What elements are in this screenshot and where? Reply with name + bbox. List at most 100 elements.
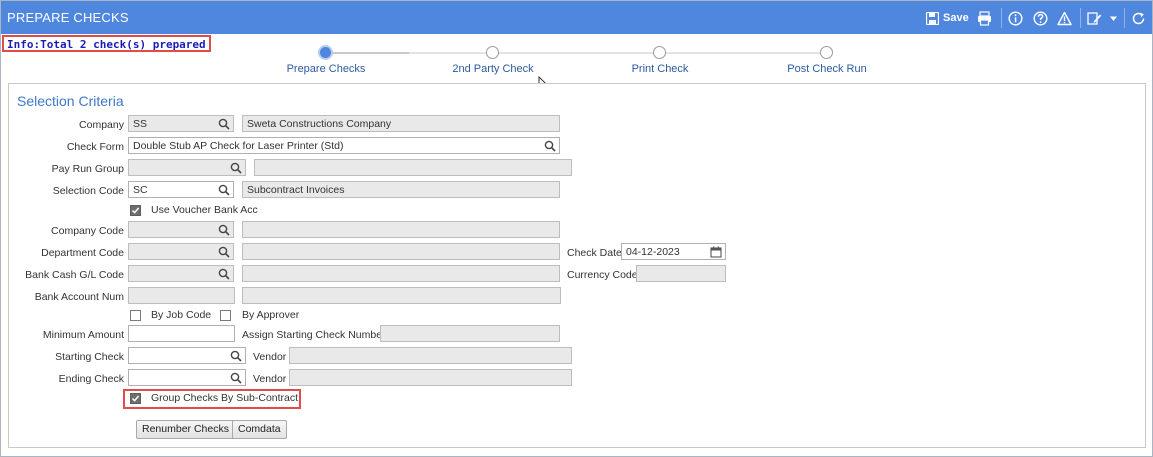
check-date-value: 04-12-2023 <box>626 246 680 258</box>
check-form-label: Check Form <box>66 141 124 153</box>
selection-code-field[interactable]: SC <box>128 181 234 198</box>
info-icon <box>1008 10 1023 26</box>
department-code-label: Department Code <box>41 247 124 259</box>
step-label-prepare-checks[interactable]: Prepare Checks <box>287 63 366 75</box>
assign-starting-check-number-label: Assign Starting Check Number <box>242 329 386 341</box>
department-code-field[interactable] <box>128 243 234 260</box>
save-button[interactable]: Save <box>926 9 969 27</box>
check-form-field[interactable]: Double Stub AP Check for Laser Printer (… <box>128 137 560 154</box>
group-checks-by-subcontract-label: Group Checks By Sub-Contract <box>151 392 299 404</box>
minimum-amount-label: Minimum Amount <box>42 329 124 341</box>
department-code-description <box>242 243 560 260</box>
company-label: Company <box>79 119 124 131</box>
bank-cash-gl-code-field[interactable] <box>128 265 234 282</box>
checkmark-icon <box>131 207 140 214</box>
search-icon[interactable] <box>218 224 230 236</box>
assign-starting-check-number-field[interactable] <box>380 325 560 342</box>
company-value: SS <box>133 118 148 130</box>
print-button[interactable] <box>977 9 992 27</box>
step-track-line <box>409 52 827 54</box>
help-button[interactable] <box>1033 9 1048 27</box>
selection-code-value: SC <box>133 184 148 196</box>
company-field[interactable]: SS <box>128 115 234 132</box>
save-icon <box>926 11 939 25</box>
pay-run-group-field[interactable] <box>128 159 246 176</box>
warning-icon <box>1057 11 1072 25</box>
starting-check-field[interactable] <box>128 347 246 364</box>
company-code-description <box>242 221 560 238</box>
step-label-print-check[interactable]: Print Check <box>632 63 689 75</box>
toolbar-separator <box>1080 8 1081 28</box>
dropdown-button[interactable] <box>1109 9 1118 27</box>
search-icon[interactable] <box>544 140 556 152</box>
minimum-amount-field[interactable] <box>128 325 235 342</box>
step-progress-line <box>332 52 409 54</box>
ending-vendor-label: Vendor <box>253 373 287 385</box>
step-dot-prepare-checks[interactable] <box>318 45 333 60</box>
group-checks-by-subcontract-checkbox[interactable] <box>130 393 141 404</box>
step-dot-2nd-party-check[interactable] <box>486 46 499 59</box>
bank-cash-gl-code-label: Bank Cash G/L Code <box>25 269 124 281</box>
selection-code-label: Selection Code <box>52 185 124 197</box>
company-description: Sweta Constructions Company <box>242 115 560 132</box>
toolbar-separator <box>1001 8 1002 28</box>
prepare-checks-window: PREPARE CHECKS Save Info:Total 2 check(s… <box>0 0 1153 457</box>
search-icon[interactable] <box>218 268 230 280</box>
refresh-button[interactable] <box>1131 9 1146 27</box>
dropdown-icon <box>1110 16 1117 21</box>
by-job-code-checkbox[interactable] <box>130 310 141 321</box>
by-approver-checkbox[interactable] <box>220 310 231 321</box>
pay-run-group-label: Pay Run Group <box>51 163 124 175</box>
search-icon[interactable] <box>218 184 230 196</box>
currency-code-field[interactable] <box>636 265 726 282</box>
use-voucher-bank-acc-label: Use Voucher Bank Acc <box>151 204 258 216</box>
bank-account-num-description <box>242 287 561 304</box>
selection-criteria-panel: Selection Criteria Company SS Sweta Cons… <box>8 83 1146 448</box>
renumber-checks-button[interactable]: Renumber Checks <box>136 420 235 439</box>
search-icon[interactable] <box>218 246 230 258</box>
bank-account-num-label: Bank Account Num <box>34 291 124 303</box>
search-icon[interactable] <box>230 372 242 384</box>
info-button[interactable] <box>1008 9 1023 27</box>
edit-button[interactable] <box>1087 9 1102 27</box>
by-job-code-label: By Job Code <box>151 309 212 321</box>
refresh-icon <box>1132 12 1145 24</box>
check-form-value: Double Stub AP Check for Laser Printer (… <box>133 140 344 152</box>
comdata-button[interactable]: Comdata <box>232 420 287 439</box>
window-title: PREPARE CHECKS <box>7 10 129 25</box>
step-dot-print-check[interactable] <box>653 46 666 59</box>
toolbar-separator <box>1124 8 1125 28</box>
wizard-stepper: Prepare Checks 2nd Party Check Print Che… <box>1 41 1153 81</box>
help-icon <box>1033 10 1048 26</box>
edit-icon <box>1087 11 1102 25</box>
search-icon[interactable] <box>230 162 242 174</box>
search-icon[interactable] <box>218 118 230 130</box>
panel-title: Selection Criteria <box>17 93 124 109</box>
company-code-label: Company Code <box>51 225 124 237</box>
check-date-field[interactable]: 04-12-2023 <box>621 243 726 260</box>
step-label-post-check-run[interactable]: Post Check Run <box>787 63 866 75</box>
ending-check-label: Ending Check <box>58 373 124 385</box>
starting-check-label: Starting Check <box>55 351 124 363</box>
step-label-2nd-party-check[interactable]: 2nd Party Check <box>452 63 533 75</box>
calendar-icon[interactable] <box>710 246 722 258</box>
starting-vendor-field[interactable] <box>289 347 572 364</box>
print-icon <box>978 10 991 26</box>
title-bar: PREPARE CHECKS Save <box>1 1 1152 34</box>
pay-run-group-description <box>254 159 572 176</box>
warning-button[interactable] <box>1057 9 1072 27</box>
by-approver-label: By Approver <box>242 309 300 321</box>
bank-cash-gl-code-description <box>242 265 560 282</box>
ending-check-field[interactable] <box>128 369 246 386</box>
step-dot-post-check-run[interactable] <box>820 46 833 59</box>
company-code-field[interactable] <box>128 221 234 238</box>
checkmark-icon <box>131 395 140 402</box>
save-label: Save <box>943 12 969 24</box>
currency-code-label: Currency Code <box>567 269 638 281</box>
selection-code-description: Subcontract Invoices <box>242 181 560 198</box>
search-icon[interactable] <box>230 350 242 362</box>
bank-account-num-field[interactable] <box>128 287 235 304</box>
use-voucher-bank-acc-checkbox[interactable] <box>130 205 141 216</box>
ending-vendor-field[interactable] <box>289 369 572 386</box>
starting-vendor-label: Vendor <box>253 351 287 363</box>
